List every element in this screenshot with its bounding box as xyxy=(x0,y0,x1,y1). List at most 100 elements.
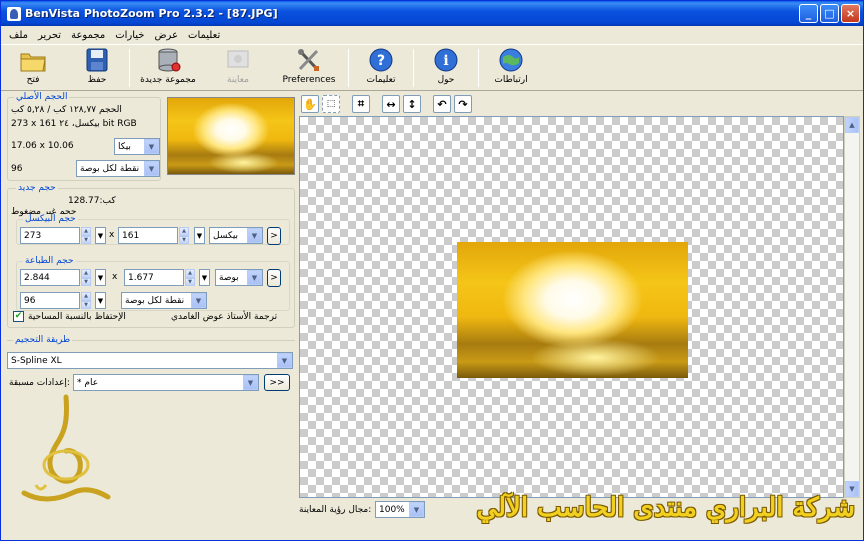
width-px-menu[interactable]: ▼ xyxy=(95,227,106,244)
rotate-left-icon[interactable]: ↶ xyxy=(433,95,451,113)
method-legend: طريقة التحجيم xyxy=(13,335,73,345)
about-button[interactable]: i حول xyxy=(414,45,478,91)
times-sign: x xyxy=(112,272,118,282)
links-button[interactable]: ارتباطات xyxy=(479,45,543,91)
minimize-button[interactable]: _ xyxy=(799,4,818,23)
method-value: S-Spline XL xyxy=(11,355,62,366)
zoom-label: مجال رؤية المعاينة: xyxy=(299,505,372,515)
width-print-input[interactable]: 2.844 xyxy=(20,269,80,286)
print-unit-select[interactable]: بوصة ▼ xyxy=(215,269,263,286)
preview-button[interactable]: معاينة xyxy=(206,45,270,91)
help-label: تعليمات xyxy=(366,75,396,85)
menu-batch[interactable]: مجموعة xyxy=(71,29,105,42)
database-icon xyxy=(158,48,181,72)
height-px-spinner[interactable]: ▲ ▼ xyxy=(179,227,189,244)
menu-view[interactable]: عرض xyxy=(154,29,178,42)
save-label: حفظ xyxy=(87,75,107,85)
resolution-input[interactable]: 96 xyxy=(20,292,80,309)
width-print-menu[interactable]: ▼ xyxy=(95,269,106,286)
width-px-spinner[interactable]: ▲ ▼ xyxy=(81,227,91,244)
original-unit-value: بيكا xyxy=(118,141,131,152)
preview-label: معاينة xyxy=(227,75,249,85)
keep-ratio-checkbox[interactable]: ✔ xyxy=(13,311,24,322)
source-thumbnail xyxy=(167,97,295,175)
width-print-spinner[interactable]: ▲ ▼ xyxy=(81,269,91,286)
vertical-scrollbar[interactable]: ▲ ▼ xyxy=(844,116,860,498)
help-button[interactable]: ? تعليمات xyxy=(349,45,413,91)
original-res-unit-value: نقطة لكل بوصة xyxy=(80,163,140,174)
sunset-image xyxy=(168,98,294,174)
height-print-menu[interactable]: ▼ xyxy=(199,269,210,286)
save-button[interactable]: حفظ xyxy=(65,45,129,91)
selection-tool-icon[interactable]: ⬚ xyxy=(322,95,340,113)
rotate-right-icon[interactable]: ↷ xyxy=(454,95,472,113)
chevron-down-icon: ▼ xyxy=(144,139,159,154)
translator-credit: ترجمة الأستاذ عوض الغامدي xyxy=(171,312,278,322)
original-dimensions: 273 x 161 بيكسل، ٢٤ bit RGB xyxy=(11,119,137,129)
open-button[interactable]: فتح xyxy=(1,45,65,91)
flip-vertical-icon[interactable]: ↕ xyxy=(403,95,421,113)
sunset-image xyxy=(457,242,688,378)
height-px-value: 161 xyxy=(122,230,140,241)
method-select[interactable]: S-Spline XL ▼ xyxy=(7,352,293,369)
height-px-menu[interactable]: ▼ xyxy=(194,227,205,244)
preferences-button[interactable]: Preferences xyxy=(270,45,348,91)
print-arrow-button[interactable]: > xyxy=(267,269,281,287)
chevron-down-icon: ▼ xyxy=(191,293,206,308)
height-print-input[interactable]: 1.677 xyxy=(124,269,184,286)
original-print-size: 17.06 x 10.06 xyxy=(11,141,74,151)
resolution-unit-select[interactable]: نقطة لكل بوصة ▼ xyxy=(121,292,207,309)
new-filesize: 128.77:كب xyxy=(68,196,116,206)
crop-icon[interactable]: ⌗ xyxy=(352,95,370,113)
pixel-unit-value: بيكسل xyxy=(213,230,239,241)
maximize-button[interactable]: □ xyxy=(820,4,839,23)
presets-value: * عام xyxy=(77,377,99,388)
links-label: ارتباطات xyxy=(494,75,528,85)
preview-toolbar: ✋ ⬚ ⌗ ↔ ↕ ↶ ↷ xyxy=(299,93,859,115)
height-print-spinner[interactable]: ▲ ▼ xyxy=(185,269,195,286)
open-label: فتح xyxy=(26,75,40,85)
original-size-group: الحجم الأصلي الحجم ١٢٨,٧٧ كب / ٥,٢٨ كب 2… xyxy=(7,92,161,181)
preview-canvas[interactable] xyxy=(299,116,844,498)
resolution-spinner[interactable]: ▲ ▼ xyxy=(81,292,91,309)
pixel-unit-select[interactable]: بيكسل ▼ xyxy=(209,227,263,244)
height-px-input[interactable]: 161 xyxy=(118,227,178,244)
print-unit-value: بوصة xyxy=(219,272,239,283)
svg-text:i: i xyxy=(443,53,448,69)
settings-panel: الحجم الأصلي الحجم ١٢٨,٧٧ كب / ٥,٢٨ كب 2… xyxy=(5,92,297,539)
preferences-label: Preferences xyxy=(282,75,336,85)
width-px-input[interactable]: 273 xyxy=(20,227,80,244)
zoom-select[interactable]: 100% ▼ xyxy=(375,501,425,518)
resolution-value: 96 xyxy=(24,295,36,306)
new-size-legend: حجم جديد xyxy=(16,183,58,193)
presets-select[interactable]: * عام ▼ xyxy=(73,374,259,391)
scroll-up-icon[interactable]: ▲ xyxy=(845,117,859,133)
menu-file[interactable]: ملف xyxy=(9,29,28,42)
menu-options[interactable]: خيارات xyxy=(115,29,144,42)
app-window: BenVista PhotoZoom Pro 2.3.2 - [87.JPG] … xyxy=(0,0,864,541)
pixel-arrow-button[interactable]: > xyxy=(267,227,281,245)
tools-icon xyxy=(298,49,319,71)
menu-help[interactable]: تعليمات xyxy=(188,29,220,42)
flip-horizontal-icon[interactable]: ↔ xyxy=(382,95,400,113)
height-print-value: 1.677 xyxy=(128,272,154,283)
new-batch-button[interactable]: مجموعة جديدة xyxy=(130,45,206,91)
question-icon: ? xyxy=(369,48,393,72)
menu-edit[interactable]: تحرير xyxy=(38,29,61,42)
menu-bar: ملف تحرير مجموعة خيارات عرض تعليمات xyxy=(1,26,863,44)
new-batch-label: مجموعة جديدة xyxy=(140,75,196,85)
resolution-unit-value: نقطة لكل بوصة xyxy=(125,295,185,306)
hand-tool-icon[interactable]: ✋ xyxy=(301,95,319,113)
folder-icon xyxy=(20,53,46,72)
forum-watermark: شركة البراري منتدى الحاسب الآلي xyxy=(476,493,855,523)
chevron-down-icon: ▼ xyxy=(277,353,292,368)
presets-label: إعدادات مسبقة: xyxy=(9,378,70,388)
resolution-menu[interactable]: ▼ xyxy=(95,292,106,309)
presets-button[interactable]: >> xyxy=(264,374,290,391)
original-unit-select[interactable]: بيكا ▼ xyxy=(114,138,160,155)
title-bar[interactable]: BenVista PhotoZoom Pro 2.3.2 - [87.JPG] … xyxy=(1,1,863,26)
info-icon: i xyxy=(434,48,458,72)
original-res-unit-select[interactable]: نقطة لكل بوصة ▼ xyxy=(76,160,160,177)
floppy-disk-icon xyxy=(86,48,108,72)
close-button[interactable]: × xyxy=(841,4,860,23)
